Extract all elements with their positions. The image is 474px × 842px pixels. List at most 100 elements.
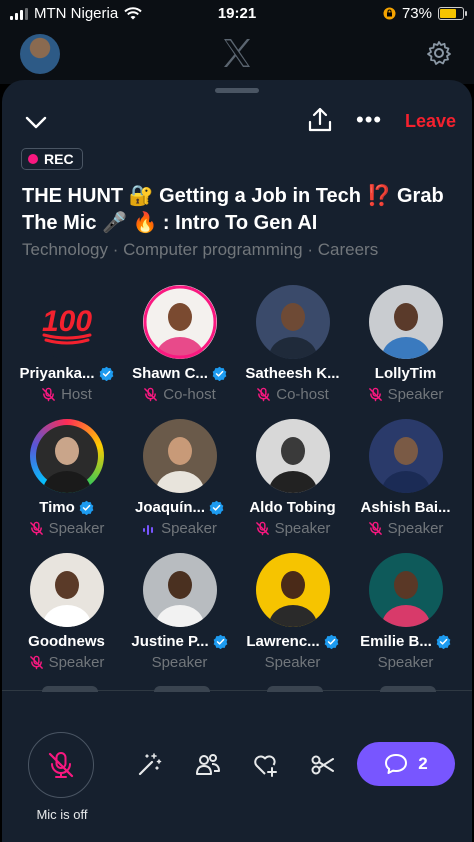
status-left: MTN Nigeria <box>10 5 142 22</box>
participant-role: Speaker <box>48 520 105 537</box>
peek-avatar <box>42 686 98 692</box>
participant-role-row: Speaker <box>236 520 349 537</box>
participant-role: Speaker <box>274 520 331 537</box>
participant-role-row: Speaker <box>10 654 123 671</box>
svg-text:100: 100 <box>42 305 92 338</box>
participant-avatar[interactable] <box>143 285 217 359</box>
person-photo <box>36 425 98 493</box>
status-bar: MTN Nigeria 19:21 73% <box>0 0 474 28</box>
participant-name-row: Satheesh K... <box>236 365 349 382</box>
participant-avatar[interactable] <box>256 553 330 627</box>
participant-card[interactable]: Timo Speaker <box>10 419 123 547</box>
participant-name-row: Emilie B... <box>349 633 462 650</box>
participant-card[interactable]: LollyTim Speaker <box>349 285 462 413</box>
participant-card[interactable]: Ashish Bai... Speaker <box>349 419 462 547</box>
person-photo <box>369 553 443 627</box>
verified-badge-icon <box>212 366 227 381</box>
verified-badge-icon <box>99 366 113 381</box>
participant-role: Speaker <box>387 386 444 403</box>
person-photo <box>369 419 443 493</box>
profile-avatar[interactable] <box>20 34 60 74</box>
x-logo-icon <box>224 39 250 67</box>
peek-avatar <box>267 686 323 692</box>
participant-role-row: Speaker <box>123 520 236 537</box>
magic-wand-icon[interactable] <box>136 752 162 778</box>
mic-muted-icon <box>42 387 55 402</box>
participant-name: Joaquín... <box>134 499 205 516</box>
participant-name: Ashish Bai... <box>360 499 451 516</box>
participant-role: Speaker <box>264 654 321 671</box>
chevron-down-icon[interactable] <box>24 110 48 134</box>
person-photo <box>369 285 443 359</box>
leave-button[interactable]: Leave <box>405 111 456 132</box>
participant-card[interactable]: Satheesh K... Co-host <box>236 285 349 413</box>
participant-card[interactable]: Shawn C... Co-host <box>123 285 236 413</box>
gear-icon[interactable] <box>426 40 452 66</box>
people-icon[interactable] <box>195 752 221 778</box>
speaking-bars-icon <box>143 524 154 535</box>
hundred-emoji-icon: 100 <box>42 305 92 345</box>
space-title: THE HUNT 🔐 Getting a Job in Tech ⁉️ Grab… <box>22 185 444 234</box>
participant-card[interactable]: Aldo Tobing Speaker <box>236 419 349 547</box>
space-topics[interactable]: Technology · Computer programming · Care… <box>22 240 462 260</box>
participant-name: Aldo Tobing <box>249 499 336 516</box>
peek-avatar <box>154 686 210 692</box>
participant-role-row: Co-host <box>123 386 236 403</box>
participant-card[interactable]: 100 Priyanka... Host <box>10 285 123 413</box>
carrier-name: MTN Nigeria <box>34 5 119 22</box>
participant-card[interactable]: Emilie B... Speaker <box>349 553 462 681</box>
participant-avatar[interactable]: 100 <box>30 285 104 359</box>
participant-name: Goodnews <box>28 633 105 650</box>
sheet-grabber[interactable] <box>215 88 259 93</box>
battery-percent: 73% <box>401 5 432 22</box>
participant-card[interactable]: Joaquín... Speaker <box>123 419 236 547</box>
chat-button[interactable]: 2 <box>357 742 455 786</box>
participant-role-row: Host <box>10 386 123 403</box>
participant-name: Priyanka... <box>19 365 95 382</box>
participant-role: Speaker <box>151 654 208 671</box>
share-icon[interactable] <box>306 106 334 134</box>
participant-role: Host <box>61 386 92 403</box>
participant-name: Shawn C... <box>132 365 208 382</box>
participant-card[interactable]: Justine P... Speaker <box>123 553 236 681</box>
participant-avatar[interactable] <box>143 419 217 493</box>
verified-badge-icon <box>209 500 224 515</box>
participant-name-row: Joaquín... <box>123 499 236 516</box>
participant-role-row: Co-host <box>236 386 349 403</box>
participant-avatar[interactable] <box>256 285 330 359</box>
participant-name-row: Shawn C... <box>123 365 236 382</box>
participant-avatar[interactable] <box>143 553 217 627</box>
mic-toggle-button[interactable] <box>28 732 94 798</box>
participant-role: Speaker <box>48 654 105 671</box>
participant-role: Co-host <box>276 386 329 403</box>
participant-role-row: Speaker <box>10 520 123 537</box>
participant-name-row: Priyanka... <box>10 365 123 382</box>
participant-name: LollyTim <box>374 365 437 382</box>
mic-muted-icon <box>257 387 271 402</box>
mic-off-icon <box>48 752 74 778</box>
participant-role-row: Speaker <box>236 654 349 671</box>
participant-role: Co-host <box>163 386 216 403</box>
battery-icon <box>438 7 467 20</box>
heart-plus-icon[interactable] <box>252 752 278 778</box>
participant-avatar[interactable] <box>30 553 104 627</box>
verified-badge-icon <box>324 634 339 649</box>
participant-avatar[interactable] <box>256 419 330 493</box>
participant-avatar[interactable] <box>369 419 443 493</box>
rec-label: REC <box>44 151 74 167</box>
rec-dot-icon <box>28 154 38 164</box>
mic-status-label: Mic is off <box>36 807 88 822</box>
more-options-icon[interactable]: ••• <box>356 109 382 131</box>
chat-bubble-icon <box>385 754 408 774</box>
participant-avatar[interactable] <box>369 285 443 359</box>
person-photo <box>30 553 104 627</box>
participant-card[interactable]: Goodnews Speaker <box>10 553 123 681</box>
mic-muted-icon <box>29 655 43 670</box>
participant-avatar[interactable] <box>30 419 104 493</box>
participant-role-row: Speaker <box>349 654 462 671</box>
participant-avatar[interactable] <box>369 553 443 627</box>
participant-card[interactable]: Lawrenc... Speaker <box>236 553 349 681</box>
participant-name-row: Aldo Tobing <box>236 499 349 516</box>
scissors-icon[interactable] <box>310 752 336 778</box>
participant-name-row: Goodnews <box>10 633 123 650</box>
